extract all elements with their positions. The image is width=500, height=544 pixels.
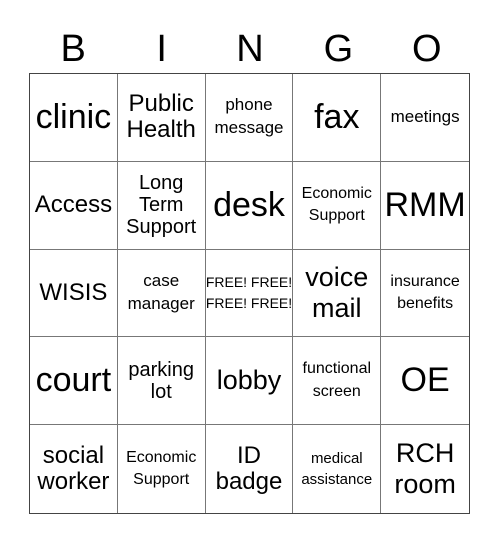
- bingo-grid: clinic Public Health phone message fax meeti…: [29, 73, 470, 514]
- bingo-cell[interactable]: RCH room: [381, 425, 469, 513]
- bingo-cell[interactable]: RMM: [381, 162, 469, 250]
- bingo-header: B I N G O: [29, 25, 471, 73]
- bingo-cell[interactable]: phone message: [205, 74, 294, 162]
- header-letter-o: O: [412, 28, 442, 70]
- bingo-cell[interactable]: court: [30, 337, 118, 426]
- bingo-cell[interactable]: OE: [381, 337, 469, 426]
- bingo-cell[interactable]: Long Term Support: [117, 161, 206, 250]
- bingo-cell[interactable]: fax: [293, 74, 382, 162]
- bingo-cell[interactable]: Public Health: [117, 74, 206, 162]
- bingo-cell[interactable]: Economic Support: [293, 161, 382, 250]
- bingo-cell[interactable]: social worker: [30, 425, 118, 513]
- bingo-cell[interactable]: voice mail: [293, 249, 382, 338]
- bingo-cell[interactable]: functional screen: [293, 337, 382, 426]
- bingo-cell[interactable]: ID badge: [206, 425, 294, 513]
- bingo-cell[interactable]: case manager: [117, 249, 206, 338]
- bingo-cell[interactable]: lobby: [205, 337, 294, 426]
- bingo-cell[interactable]: clinic: [30, 74, 118, 162]
- bingo-cell[interactable]: WISIS: [30, 249, 118, 338]
- bingo-cell[interactable]: Access: [30, 161, 118, 250]
- header-letter-g: G: [323, 28, 354, 70]
- bingo-cell[interactable]: insurance benefits: [381, 250, 469, 338]
- bingo-cell[interactable]: desk: [205, 161, 294, 250]
- bingo-cell[interactable]: Economic Support: [118, 425, 206, 513]
- header-letter-b: B: [60, 28, 86, 70]
- bingo-cell[interactable]: medical assistance: [293, 425, 382, 513]
- free-space-cell[interactable]: FREE! FREE! FREE! FREE!: [205, 249, 294, 338]
- header-letter-i: I: [156, 28, 167, 70]
- bingo-cell[interactable]: meetings: [381, 74, 469, 162]
- bingo-cell[interactable]: parking lot: [117, 337, 206, 426]
- header-letter-n: N: [236, 28, 264, 70]
